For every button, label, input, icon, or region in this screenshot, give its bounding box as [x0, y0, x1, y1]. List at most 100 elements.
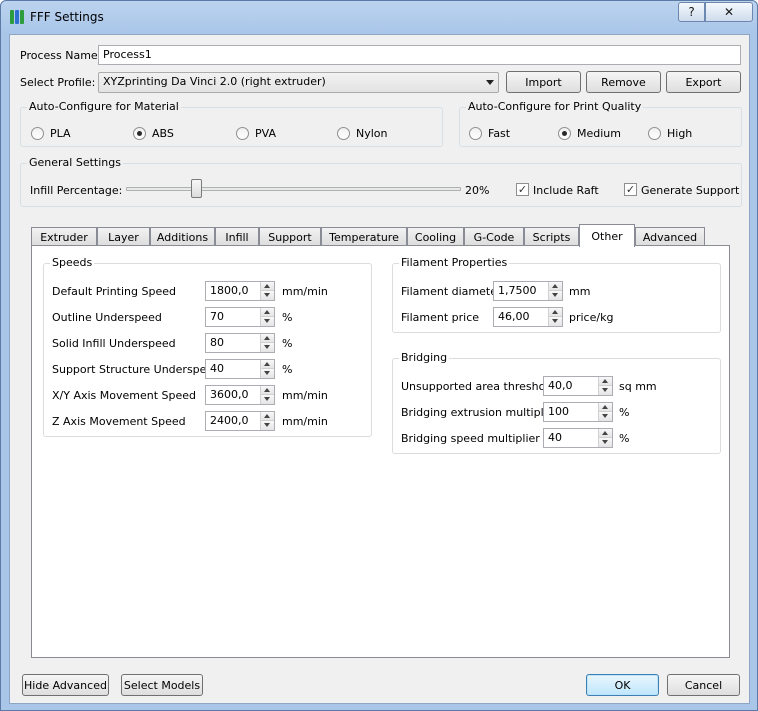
- process-name-label: Process Name:: [20, 49, 102, 62]
- remove-button[interactable]: Remove: [586, 71, 661, 93]
- bridging-group: Bridging Unsupported area threshold 40,0…: [392, 351, 721, 454]
- radio-fast-label: Fast: [488, 127, 511, 140]
- default-printing-speed-unit: mm/min: [282, 285, 328, 298]
- tab-support[interactable]: Support: [259, 227, 321, 246]
- include-raft-label: Include Raft: [533, 184, 599, 197]
- app-icon: [10, 10, 24, 24]
- z-axis-movement-speed-unit: mm/min: [282, 415, 328, 428]
- xy-axis-movement-speed-input[interactable]: 3600,0: [205, 385, 275, 405]
- infill-percentage-value: 20%: [465, 184, 490, 197]
- bridging-speed-multiplier-input[interactable]: 40: [543, 428, 613, 448]
- tab-extruder[interactable]: Extruder: [31, 227, 97, 246]
- generate-support-label: Generate Support: [641, 184, 740, 197]
- filament-price-input[interactable]: 46,00: [493, 307, 563, 327]
- ok-button[interactable]: OK: [586, 674, 659, 696]
- general-settings-group: General Settings Infill Percentage: 20% …: [20, 156, 742, 207]
- infill-slider-handle[interactable]: [190, 179, 202, 198]
- xy-axis-movement-speed-unit: mm/min: [282, 389, 328, 402]
- radio-pla[interactable]: [31, 127, 44, 140]
- include-raft-checkbox[interactable]: ✓: [516, 183, 529, 196]
- chevron-down-icon: [486, 80, 494, 85]
- outline-underspeed-unit: %: [282, 311, 293, 324]
- bridging-speed-multiplier-unit: %: [619, 432, 630, 445]
- generate-support-checkbox[interactable]: ✓: [624, 183, 637, 196]
- default-printing-speed-label: Default Printing Speed: [52, 285, 176, 298]
- speeds-group: Speeds Default Printing Speed 1800,0 mm/…: [43, 256, 372, 437]
- unsupported-area-threshold-input[interactable]: 40,0: [543, 376, 613, 396]
- bridging-extrusion-multiplier-input[interactable]: 100: [543, 402, 613, 422]
- bridging-extrusion-multiplier-unit: %: [619, 406, 630, 419]
- speeds-title: Speeds: [50, 256, 95, 269]
- process-name-input[interactable]: Process1: [98, 45, 741, 65]
- radio-nylon[interactable]: [337, 127, 350, 140]
- solid-infill-underspeed-input[interactable]: 80: [205, 333, 275, 353]
- unsupported-area-threshold-label: Unsupported area threshold: [401, 380, 556, 393]
- quality-group-title: Auto-Configure for Print Quality: [466, 100, 644, 113]
- support-structure-underspeed-input[interactable]: 40: [205, 359, 275, 379]
- bridging-speed-multiplier-label: Bridging speed multiplier: [401, 432, 540, 445]
- infill-percentage-label: Infill Percentage:: [30, 184, 123, 197]
- solid-infill-underspeed-unit: %: [282, 337, 293, 350]
- filament-diameter-unit: mm: [569, 285, 591, 298]
- filament-properties-group: Filament Properties Filament diameter 1,…: [392, 256, 721, 333]
- radio-pva-label: PVA: [255, 127, 276, 140]
- tab-infill[interactable]: Infill: [215, 227, 259, 246]
- radio-abs[interactable]: [133, 127, 146, 140]
- radio-nylon-label: Nylon: [356, 127, 388, 140]
- unsupported-area-threshold-unit: sq mm: [619, 380, 657, 393]
- tab-other[interactable]: Other: [579, 224, 635, 247]
- title-bar[interactable]: FFF Settings ? ✕: [1, 1, 757, 33]
- material-group-title: Auto-Configure for Material: [27, 100, 181, 113]
- export-button[interactable]: Export: [666, 71, 741, 93]
- filament-price-label: Filament price: [401, 311, 480, 324]
- dialog-body: Process Name: Process1 Select Profile: X…: [9, 34, 750, 704]
- profile-select[interactable]: XYZprinting Da Vinci 2.0 (right extruder…: [98, 72, 499, 93]
- general-settings-title: General Settings: [27, 156, 123, 169]
- help-icon: ?: [688, 5, 695, 19]
- default-printing-speed-input[interactable]: 1800,0: [205, 281, 275, 301]
- quality-group: Auto-Configure for Print Quality Fast Me…: [459, 100, 742, 147]
- tab-gcode[interactable]: G-Code: [464, 227, 524, 246]
- tab-additions[interactable]: Additions: [150, 227, 215, 246]
- close-button[interactable]: ✕: [705, 2, 753, 22]
- filament-price-unit: price/kg: [569, 311, 614, 324]
- bridging-title: Bridging: [399, 351, 450, 364]
- tab-layer[interactable]: Layer: [97, 227, 150, 246]
- outline-underspeed-input[interactable]: 70: [205, 307, 275, 327]
- filament-diameter-label: Filament diameter: [401, 285, 502, 298]
- z-axis-movement-speed-label: Z Axis Movement Speed: [52, 415, 186, 428]
- radio-high[interactable]: [648, 127, 661, 140]
- radio-fast[interactable]: [469, 127, 482, 140]
- radio-abs-label: ABS: [152, 127, 174, 140]
- fff-settings-window: FFF Settings ? ✕ Process Name: Process1 …: [0, 0, 758, 711]
- help-button[interactable]: ?: [678, 2, 705, 22]
- solid-infill-underspeed-label: Solid Infill Underspeed: [52, 337, 176, 350]
- close-icon: ✕: [723, 5, 735, 19]
- bridging-extrusion-multiplier-label: Bridging extrusion multiplier: [401, 406, 558, 419]
- other-tab-panel: Speeds Default Printing Speed 1800,0 mm/…: [31, 245, 730, 658]
- hide-advanced-button[interactable]: Hide Advanced: [22, 674, 109, 696]
- support-structure-underspeed-label: Support Structure Underspeed: [52, 363, 221, 376]
- select-models-button[interactable]: Select Models: [121, 674, 203, 696]
- radio-medium[interactable]: [558, 127, 571, 140]
- z-axis-movement-speed-input[interactable]: 2400,0: [205, 411, 275, 431]
- outline-underspeed-label: Outline Underspeed: [52, 311, 162, 324]
- tab-cooling[interactable]: Cooling: [407, 227, 464, 246]
- tab-advanced[interactable]: Advanced: [635, 227, 705, 246]
- select-profile-label: Select Profile:: [20, 76, 96, 89]
- material-group: Auto-Configure for Material PLA ABS PVA …: [20, 100, 443, 147]
- window-title: FFF Settings: [30, 10, 104, 24]
- filament-diameter-input[interactable]: 1,7500: [493, 281, 563, 301]
- cancel-button[interactable]: Cancel: [667, 674, 740, 696]
- import-button[interactable]: Import: [506, 71, 581, 93]
- tab-scripts[interactable]: Scripts: [524, 227, 579, 246]
- filament-properties-title: Filament Properties: [399, 256, 510, 269]
- radio-medium-label: Medium: [577, 127, 621, 140]
- infill-slider-track[interactable]: [126, 187, 461, 191]
- profile-select-value: XYZprinting Da Vinci 2.0 (right extruder…: [103, 75, 326, 88]
- radio-high-label: High: [667, 127, 693, 140]
- support-structure-underspeed-unit: %: [282, 363, 293, 376]
- tab-temperature[interactable]: Temperature: [321, 227, 407, 246]
- radio-pla-label: PLA: [50, 127, 71, 140]
- radio-pva[interactable]: [236, 127, 249, 140]
